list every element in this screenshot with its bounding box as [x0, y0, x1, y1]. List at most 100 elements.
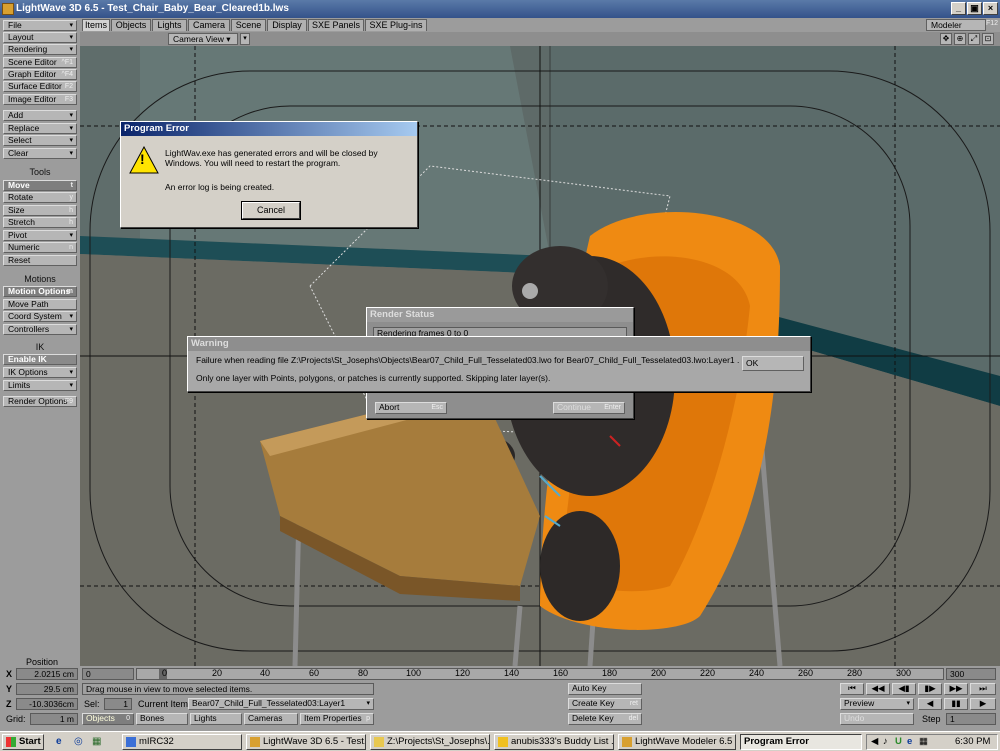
minimize-button[interactable]: _ — [951, 2, 966, 15]
first-frame-icon[interactable]: ⏮ — [840, 683, 864, 695]
limits-button[interactable]: Limits ▾ — [3, 380, 77, 391]
tab-sxe-panels[interactable]: SXE Panels — [308, 19, 364, 31]
previous-key-icon[interactable]: ◀◀ — [866, 683, 890, 695]
tray-ie-icon[interactable]: e — [907, 735, 912, 749]
close-button[interactable]: × — [983, 2, 998, 15]
tool-stretch[interactable]: Stretch h — [3, 217, 77, 228]
move-path-button[interactable]: Move Path — [3, 299, 77, 310]
next-key-icon[interactable]: ▶▶ — [944, 683, 968, 695]
viewport-menu-button[interactable]: ▾ — [240, 33, 250, 45]
coord-system-button[interactable]: Coord System ▾ — [3, 311, 77, 322]
z-position-field[interactable]: -10.3036cm — [16, 698, 78, 710]
outlook-quicklaunch-icon[interactable]: ◎ — [74, 736, 83, 747]
grid-size-field[interactable]: 1 m — [30, 713, 78, 725]
menu-file[interactable]: File ▾ — [3, 20, 77, 31]
program-error-message: LightWav.exe has generated errors and wi… — [165, 148, 378, 168]
frame-end-field[interactable]: 300 — [946, 668, 996, 680]
restore-button[interactable]: ▣ — [967, 2, 982, 15]
maximize-view-icon[interactable]: ⊡ — [982, 33, 994, 45]
previous-frame-icon[interactable]: ◀▮ — [892, 683, 916, 695]
tray-arrow-icon[interactable]: ◀ — [871, 735, 878, 749]
taskbar-buddy-list[interactable]: anubis333's Buddy List ... — [494, 734, 614, 750]
zoom-view-icon[interactable]: ⤢ — [968, 33, 980, 45]
abort-button[interactable]: Abort Esc — [375, 402, 447, 414]
current-item-dropdown[interactable]: Bear07_Child_Full_Tesselated03:Layer1 ▾ — [188, 698, 374, 710]
ik-options-button[interactable]: IK Options ▾ — [3, 367, 77, 378]
item-properties-button[interactable]: Item Properties p — [300, 713, 374, 725]
objects-button[interactable]: Objects 0 — [82, 713, 134, 725]
tab-display[interactable]: Display — [267, 19, 307, 31]
view-type-dropdown[interactable]: Camera View ▾ — [168, 33, 238, 45]
menu-rendering[interactable]: Rendering ▾ — [3, 44, 77, 55]
scene-editor-button[interactable]: Scene Editor ^F1 — [3, 57, 77, 68]
last-frame-icon[interactable]: ⏭ — [970, 683, 996, 695]
move-view-icon[interactable]: ✥ — [940, 33, 952, 45]
cameras-button[interactable]: Cameras — [244, 713, 298, 725]
tool-size[interactable]: Size h — [3, 205, 77, 216]
cancel-button[interactable]: Cancel — [241, 201, 301, 220]
clock[interactable]: 6:30 PM — [955, 735, 990, 749]
modeler-button[interactable]: Modeler — [926, 19, 986, 31]
title-bar[interactable]: LightWave 3D 6.5 - Test_Chair_Baby_Bear_… — [0, 0, 1000, 18]
tool-reset[interactable]: Reset — [3, 255, 77, 266]
tab-items[interactable]: Items — [82, 19, 110, 31]
timeline-tick: 300 — [896, 668, 912, 678]
taskbar-explorer[interactable]: Z:\Projects\St_Josephs\... — [370, 734, 490, 750]
bones-button[interactable]: Bones — [136, 713, 188, 725]
surface-editor-button[interactable]: Surface Editor F2 — [3, 81, 77, 92]
menu-select[interactable]: Select ▾ — [3, 135, 77, 146]
pause-icon[interactable]: ▮▮ — [944, 698, 968, 710]
ok-button[interactable]: OK — [742, 356, 804, 371]
next-frame-icon[interactable]: ▮▶ — [918, 683, 942, 695]
tab-scene[interactable]: Scene — [231, 19, 266, 31]
step-field[interactable]: 1 — [946, 713, 996, 725]
motion-options-button[interactable]: Motion Options m — [3, 286, 77, 297]
shortcut-hint: h — [69, 207, 73, 214]
menu-layout[interactable]: Layout ▾ — [3, 32, 77, 43]
controllers-button[interactable]: Controllers ▾ — [3, 324, 77, 335]
taskbar-lightwave-modeler[interactable]: LightWave Modeler 6.5 — [618, 734, 736, 750]
render-options-button[interactable]: Render Options F9 — [3, 396, 77, 407]
auto-key-button[interactable]: Auto Key — [568, 683, 642, 695]
y-position-field[interactable]: 29.5 cm — [16, 683, 78, 695]
tray-u-icon[interactable]: U — [895, 735, 902, 749]
taskbar-program-error[interactable]: Program Error — [740, 734, 862, 750]
play-forward-icon[interactable]: ▶ — [970, 698, 996, 710]
lightwave-icon — [622, 737, 632, 747]
ie-quicklaunch-icon[interactable]: e — [56, 736, 62, 747]
play-backward-icon[interactable]: ◀ — [918, 698, 942, 710]
create-key-button[interactable]: Create Key ret — [568, 698, 642, 710]
tool-move[interactable]: Move t — [3, 180, 77, 191]
continue-button[interactable]: Continue Enter — [553, 402, 625, 414]
volume-icon[interactable]: ♪ — [883, 735, 888, 749]
image-editor-button[interactable]: Image Editor F3 — [3, 94, 77, 105]
chevron-down-icon: ▾ — [69, 369, 73, 376]
enable-ik-button[interactable]: Enable IK — [3, 354, 77, 365]
window-title: LightWave 3D 6.5 - Test_Chair_Baby_Bear_… — [16, 3, 289, 14]
graph-editor-button[interactable]: Graph Editor ^F4 — [3, 69, 77, 80]
tool-rotate[interactable]: Rotate y — [3, 192, 77, 203]
tab-objects[interactable]: Objects — [111, 19, 151, 31]
start-button[interactable]: Start — [2, 734, 44, 750]
preview-dropdown[interactable]: Preview ▾ — [840, 698, 914, 710]
taskbar-mirc[interactable]: mIRC32 — [122, 734, 242, 750]
tab-lights[interactable]: Lights — [152, 19, 187, 31]
render-status-title: Render Status — [367, 308, 633, 322]
lights-button[interactable]: Lights — [190, 713, 242, 725]
frame-start-field[interactable]: 0 — [82, 668, 134, 680]
x-position-field[interactable]: 2.0215 cm — [16, 668, 78, 680]
tool-pivot[interactable]: Pivot ▾ — [3, 230, 77, 241]
taskbar-lightwave-layout[interactable]: LightWave 3D 6.5 - Test... — [246, 734, 366, 750]
rotate-view-icon[interactable]: ⊕ — [954, 33, 966, 45]
tab-sxe-plugins[interactable]: SXE Plug-ins — [365, 19, 427, 31]
menu-add[interactable]: Add ▾ — [3, 110, 77, 121]
tab-camera[interactable]: Camera — [188, 19, 230, 31]
delete-key-button[interactable]: Delete Key del — [568, 713, 642, 725]
undo-button[interactable]: Undo — [840, 713, 914, 725]
tool-numeric[interactable]: Numeric n — [3, 242, 77, 253]
desktop-quicklaunch-icon[interactable]: ▦ — [92, 736, 101, 747]
menu-clear[interactable]: Clear ▾ — [3, 148, 77, 159]
motion-options-label: Motion Options — [8, 286, 71, 296]
menu-replace[interactable]: Replace ▾ — [3, 123, 77, 134]
network-icon[interactable]: ▦ — [919, 735, 928, 749]
